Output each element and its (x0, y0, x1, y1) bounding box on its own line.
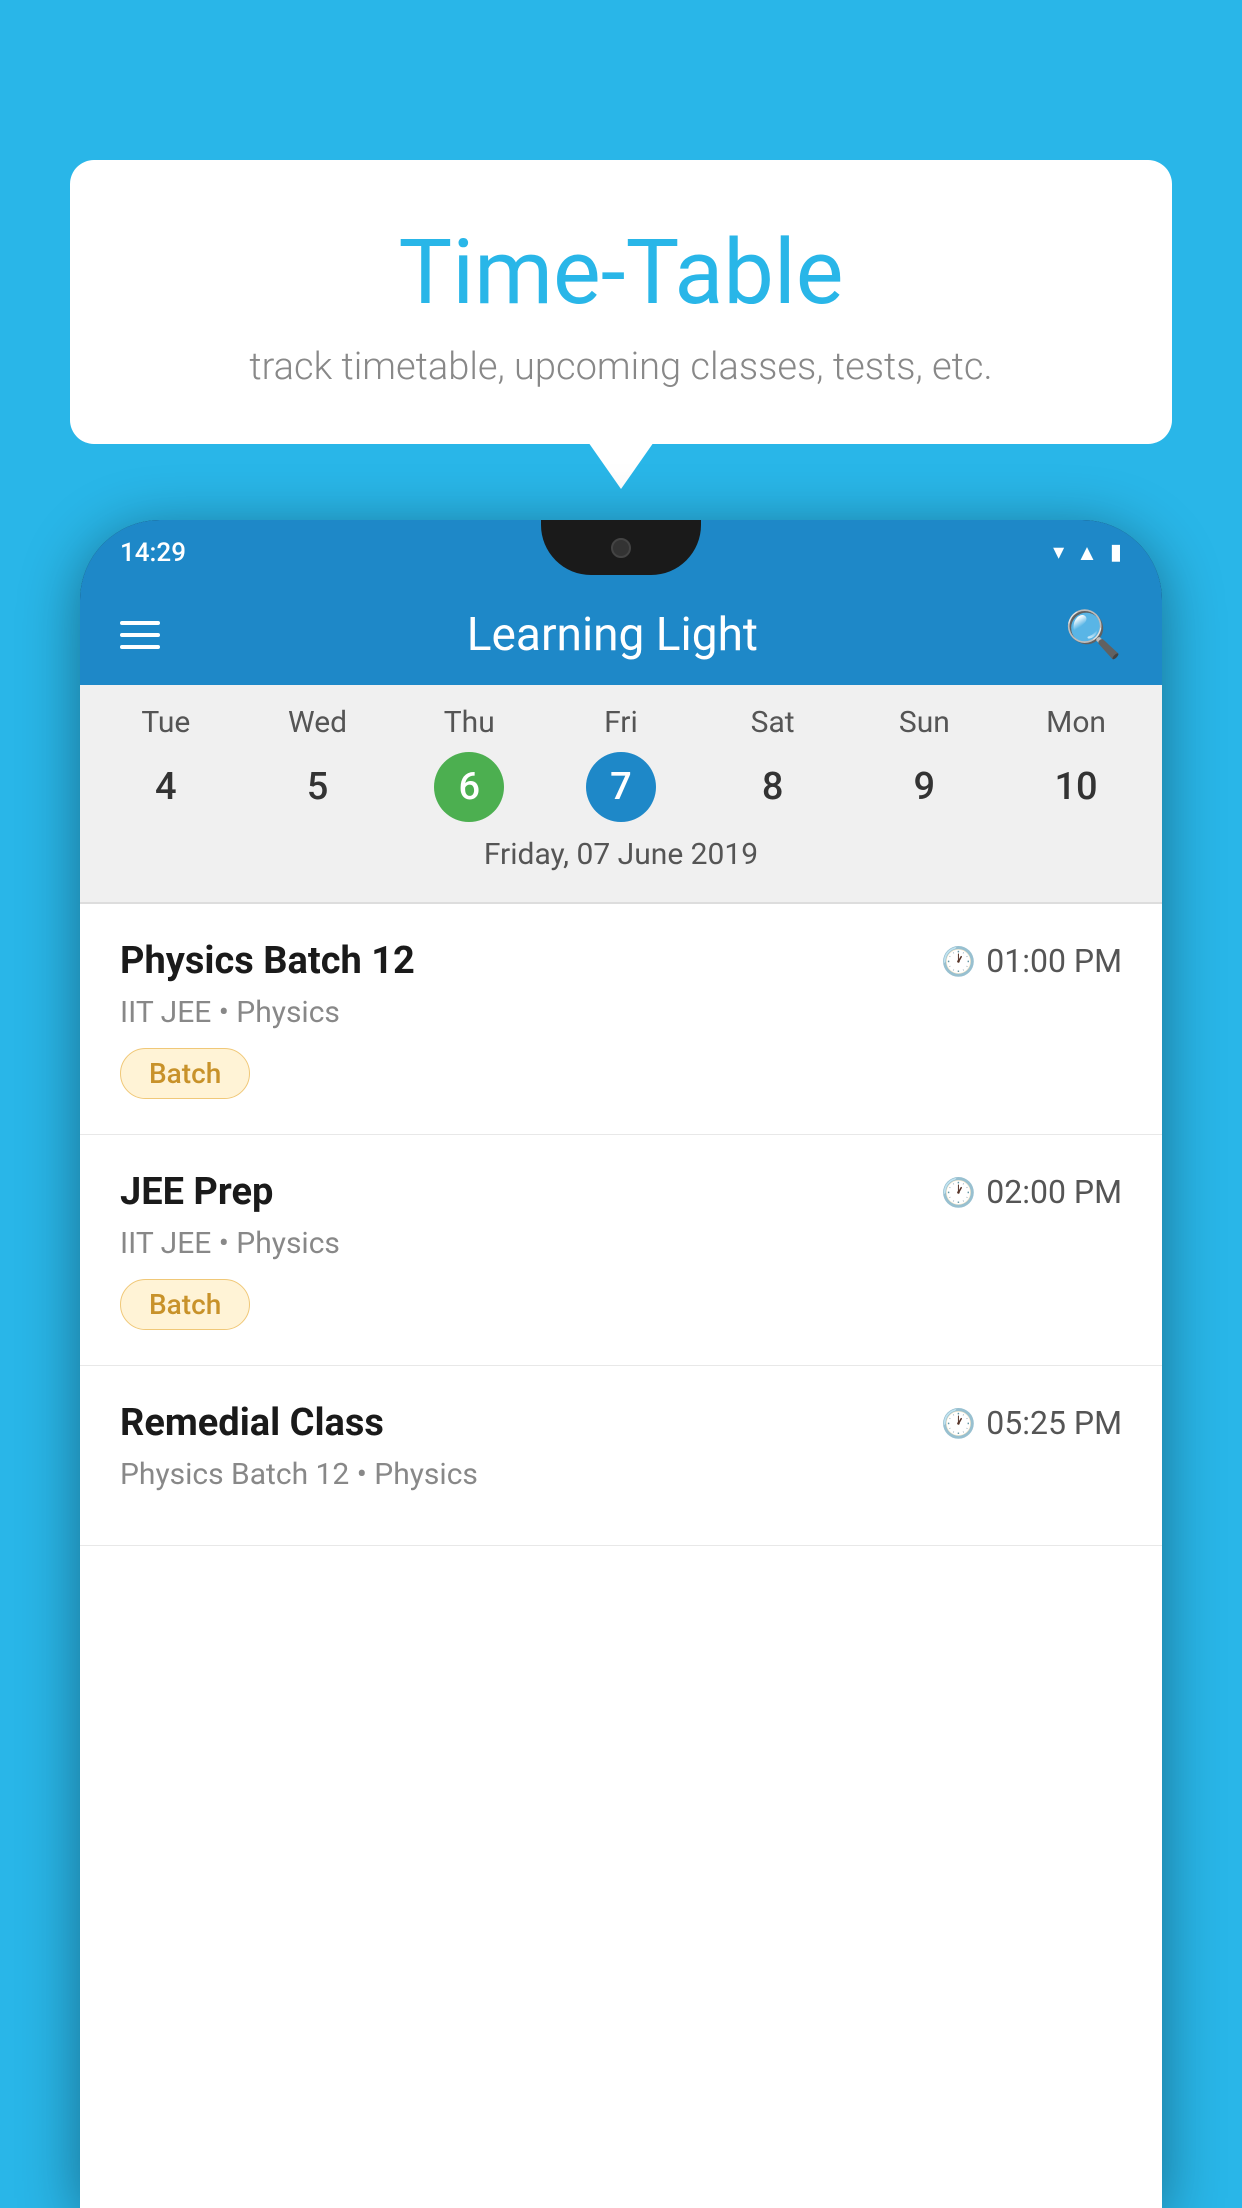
class-subtitle: Physics Batch 12 • Physics (120, 1457, 1122, 1492)
day-number: 5 (283, 752, 353, 822)
class-time: 🕐 01:00 PM (941, 942, 1122, 980)
days-row: Tue 4 Wed 5 Thu 6 Fri 7 Sat 8 Sun 9 Mon 10 (80, 705, 1162, 822)
class-name: JEE Prep (120, 1170, 273, 1214)
day-number: 6 (434, 752, 504, 822)
calendar-strip: Tue 4 Wed 5 Thu 6 Fri 7 Sat 8 Sun 9 Mon 10 Friday, 07… (80, 685, 1162, 902)
class-list: Physics Batch 12 🕐 01:00 PM IIT JEE • Physi… (80, 904, 1162, 1546)
class-subtitle: IIT JEE • Physics (120, 995, 1122, 1030)
day-label: Mon (1046, 705, 1106, 740)
day-col-wed[interactable]: Wed 5 (283, 705, 353, 822)
signal-icon: ▲ (1076, 540, 1098, 566)
class-item[interactable]: JEE Prep 🕐 02:00 PM IIT JEE • Physics Batch (80, 1135, 1162, 1366)
day-col-fri[interactable]: Fri 7 (586, 705, 656, 822)
phone-frame: 14:29 ▾ ▲ ▮ Learning Light 🔍 Tue 4 Wed 5 Thu… (80, 520, 1162, 2208)
class-time-value: 01:00 PM (986, 942, 1122, 980)
status-time: 14:29 (120, 538, 186, 568)
app-title: Learning Light (467, 608, 758, 662)
day-number: 10 (1041, 752, 1111, 822)
day-label: Sun (899, 705, 950, 740)
menu-line-1 (120, 621, 160, 625)
day-col-mon[interactable]: Mon 10 (1041, 705, 1111, 822)
search-icon[interactable]: 🔍 (1065, 608, 1122, 662)
day-number: 9 (889, 752, 959, 822)
phone-screen: Tue 4 Wed 5 Thu 6 Fri 7 Sat 8 Sun 9 Mon 10 Friday, 07… (80, 685, 1162, 2208)
app-header: Learning Light 🔍 (80, 585, 1162, 685)
class-name: Remedial Class (120, 1401, 384, 1445)
batch-badge: Batch (120, 1048, 250, 1099)
day-label: Fri (604, 705, 638, 740)
day-number: 4 (131, 752, 201, 822)
day-col-thu[interactable]: Thu 6 (434, 705, 504, 822)
calendar-date-label: Friday, 07 June 2019 (80, 822, 1162, 892)
day-number: 8 (738, 752, 808, 822)
camera-dot (611, 538, 631, 558)
day-number: 7 (586, 752, 656, 822)
wifi-icon: ▾ (1053, 540, 1064, 565)
day-col-sat[interactable]: Sat 8 (738, 705, 808, 822)
status-icons: ▾ ▲ ▮ (1053, 540, 1122, 566)
class-name: Physics Batch 12 (120, 939, 415, 983)
class-time: 🕐 02:00 PM (941, 1173, 1122, 1211)
clock-icon: 🕐 (941, 945, 976, 978)
class-subtitle: IIT JEE • Physics (120, 1226, 1122, 1261)
clock-icon: 🕐 (941, 1407, 976, 1440)
day-label: Thu (444, 705, 495, 740)
class-time: 🕐 05:25 PM (941, 1404, 1122, 1442)
batch-badge: Batch (120, 1279, 250, 1330)
status-bar: 14:29 ▾ ▲ ▮ (80, 520, 1162, 585)
speech-bubble-container: Time-Table track timetable, upcoming cla… (70, 160, 1172, 444)
speech-bubble: Time-Table track timetable, upcoming cla… (70, 160, 1172, 444)
day-label: Sat (751, 705, 795, 740)
class-time-value: 05:25 PM (986, 1404, 1122, 1442)
class-header: Physics Batch 12 🕐 01:00 PM (120, 939, 1122, 983)
menu-line-2 (120, 633, 160, 637)
menu-button[interactable] (120, 621, 160, 649)
day-col-tue[interactable]: Tue 4 (131, 705, 201, 822)
class-time-value: 02:00 PM (986, 1173, 1122, 1211)
battery-icon: ▮ (1110, 540, 1122, 565)
main-subtitle: track timetable, upcoming classes, tests… (110, 345, 1132, 389)
day-label: Tue (141, 705, 190, 740)
phone-notch (541, 520, 701, 575)
class-header: JEE Prep 🕐 02:00 PM (120, 1170, 1122, 1214)
class-item[interactable]: Remedial Class 🕐 05:25 PM Physics Batch 12 … (80, 1366, 1162, 1546)
menu-line-3 (120, 645, 160, 649)
day-label: Wed (288, 705, 347, 740)
main-title: Time-Table (110, 220, 1132, 325)
clock-icon: 🕐 (941, 1176, 976, 1209)
class-header: Remedial Class 🕐 05:25 PM (120, 1401, 1122, 1445)
class-item[interactable]: Physics Batch 12 🕐 01:00 PM IIT JEE • Physi… (80, 904, 1162, 1135)
day-col-sun[interactable]: Sun 9 (889, 705, 959, 822)
